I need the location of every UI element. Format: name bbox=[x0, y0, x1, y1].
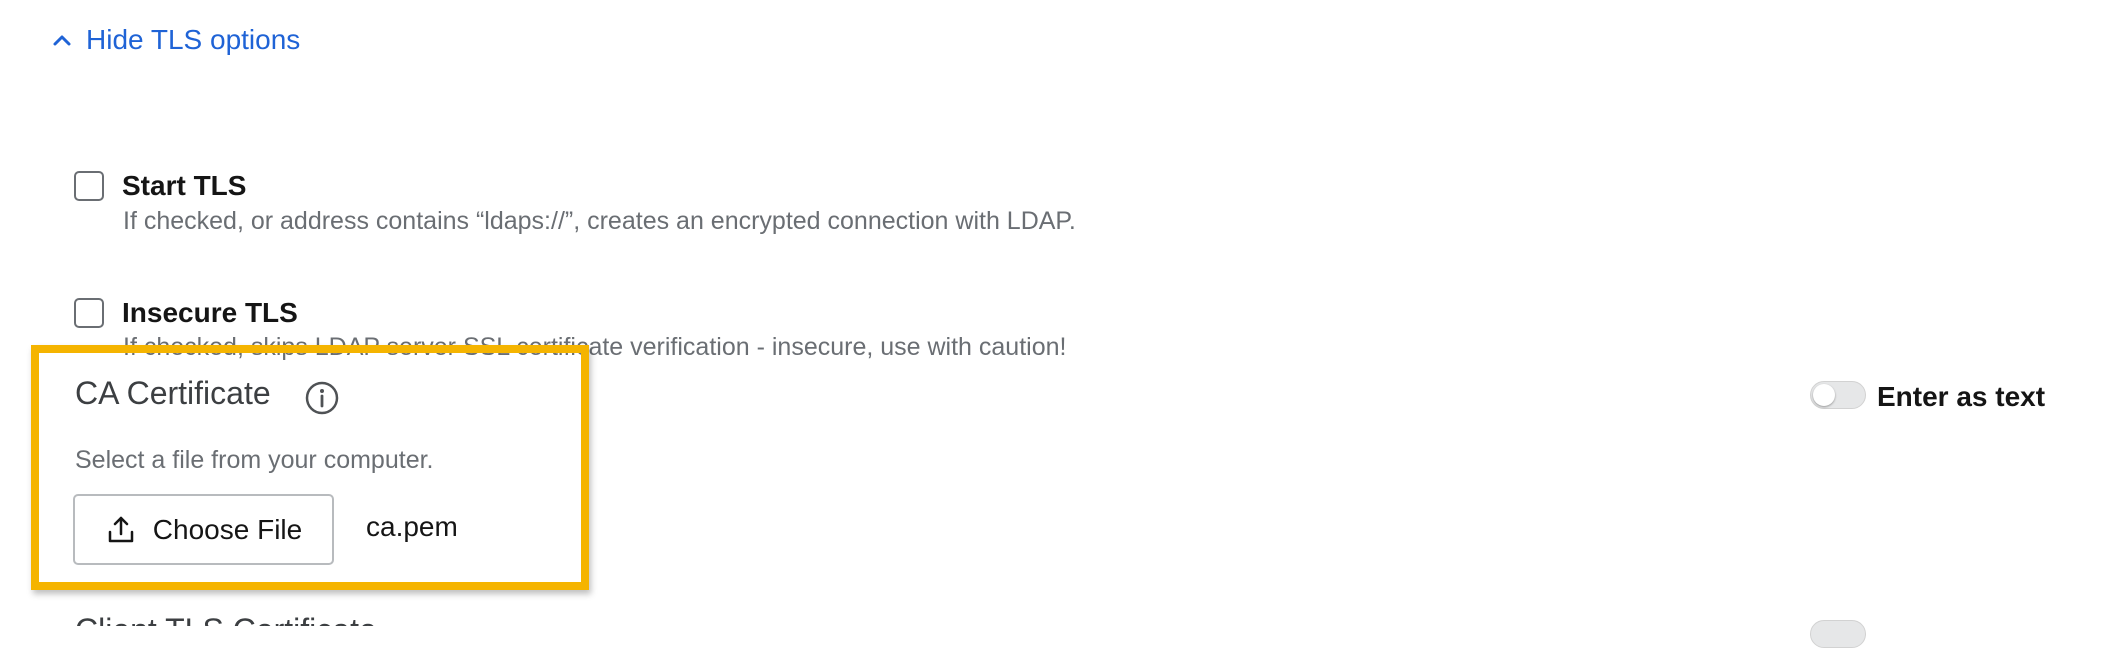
start-tls-option: Start TLS bbox=[74, 170, 246, 202]
chevron-up-icon bbox=[53, 35, 71, 46]
start-tls-label: Start TLS bbox=[122, 170, 247, 201]
choose-file-button[interactable]: Choose File bbox=[73, 494, 334, 565]
insecure-tls-option: Insecure TLS bbox=[74, 297, 298, 329]
insecure-tls-label: Insecure TLS bbox=[122, 297, 298, 328]
ca-certificate-help-text: Select a file from your computer. bbox=[75, 446, 434, 474]
start-tls-help-text: If checked, or address contains “ldaps:/… bbox=[123, 207, 1076, 235]
insecure-tls-checkbox[interactable] bbox=[74, 298, 104, 328]
info-icon[interactable] bbox=[304, 380, 340, 416]
choose-file-label: Choose File bbox=[152, 513, 303, 545]
ca-certificate-title: CA Certificate bbox=[75, 375, 271, 411]
hide-tls-options-toggle[interactable]: Hide TLS options bbox=[50, 20, 300, 60]
client-tls-certificate-title: Client TLS Certificate bbox=[75, 612, 377, 648]
hide-tls-options-label: Hide TLS options bbox=[86, 24, 301, 55]
start-tls-checkbox[interactable] bbox=[74, 171, 104, 201]
enter-as-text-switch[interactable] bbox=[1810, 381, 1866, 409]
selected-file-name: ca.pem bbox=[366, 511, 458, 542]
enter-as-text-label: Enter as text bbox=[1877, 381, 2046, 412]
upload-icon bbox=[108, 516, 134, 542]
switch-knob bbox=[1813, 384, 1835, 406]
client-tls-enter-as-text-switch[interactable] bbox=[1810, 620, 1866, 648]
